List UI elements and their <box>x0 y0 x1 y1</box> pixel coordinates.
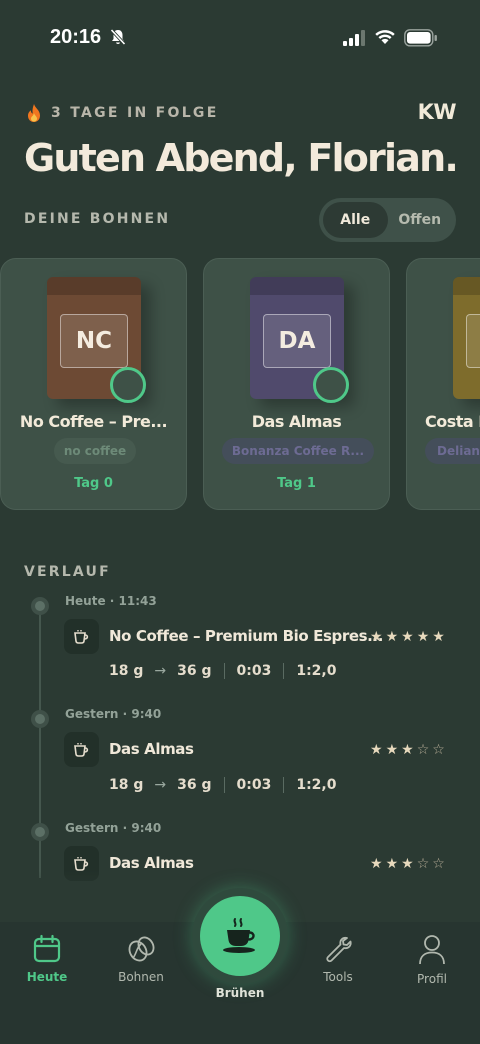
status-bar: 20:16 <box>0 0 480 78</box>
star-filled-icon: ★ <box>370 629 383 645</box>
tab-label: Profil <box>417 972 447 986</box>
brew-metrics: 18 g → 36 g 0:03 1:2,0 <box>109 663 336 679</box>
bean-code: NC <box>60 314 128 368</box>
yield-value: 36 g <box>177 663 212 679</box>
brew-metrics: 18 g → 36 g 0:03 1:2,0 <box>109 777 336 793</box>
star-filled-icon: ★ <box>401 629 414 645</box>
ratio-value: 1:2,0 <box>296 663 337 679</box>
history-section-title: VERLAUF <box>24 564 111 580</box>
tab-label: Tools <box>323 970 353 984</box>
user-initials-avatar[interactable]: KW <box>418 100 457 124</box>
coffee-bag-image: CR <box>453 277 480 399</box>
brew-bean-name[interactable]: No Coffee – Premium Bio Espres... <box>109 627 383 645</box>
tab-label: Heute <box>26 970 68 984</box>
star-filled-icon: ★ <box>416 629 430 645</box>
bean-code: CR <box>466 314 480 368</box>
status-ring-icon <box>313 367 349 403</box>
cellular-signal-icon <box>343 30 365 46</box>
tab-heute[interactable]: Heute <box>2 934 92 1004</box>
bean-carousel[interactable]: NC No Coffee – Pre... no coffee Tag 0 DA… <box>0 258 480 510</box>
roaster-chip: no coffee <box>54 438 136 464</box>
streak-text: 3 TAGE IN FOLGE <box>51 105 219 121</box>
status-time: 20:16 <box>50 26 102 48</box>
duration-value: 0:03 <box>236 663 272 679</box>
filter-all-button[interactable]: Alle <box>323 202 388 238</box>
star-empty-icon: ☆ <box>432 856 445 872</box>
brew-timestamp: Gestern · 9:40 <box>65 821 162 835</box>
star-filled-icon: ★ <box>432 629 445 645</box>
brew-button[interactable] <box>200 896 280 976</box>
star-filled-icon: ★ <box>385 629 399 645</box>
brew-timestamp: Heute · 11:43 <box>65 594 157 608</box>
beans-section-title: DEINE BOHNEN <box>24 211 171 227</box>
bean-code: DA <box>263 314 331 368</box>
dose-value: 18 g <box>109 663 144 679</box>
star-filled-icon: ★ <box>385 742 399 758</box>
duration-value: 0:03 <box>236 777 272 793</box>
bean-card[interactable]: NC No Coffee – Pre... no coffee Tag 0 <box>0 258 187 510</box>
bean-name: Costa R <box>425 412 480 431</box>
bean-name: Das Almas <box>251 412 342 431</box>
star-empty-icon: ☆ <box>432 742 445 758</box>
dose-value: 18 g <box>109 777 144 793</box>
bean-card[interactable]: CR Costa R Deliane <box>406 258 480 510</box>
star-filled-icon: ★ <box>385 856 399 872</box>
star-empty-icon: ☆ <box>416 742 430 758</box>
battery-icon <box>404 29 437 47</box>
wifi-icon <box>375 30 395 44</box>
bean-day: Tag 0 <box>74 476 113 491</box>
star-filled-icon: ★ <box>370 856 383 872</box>
timeline-dot <box>31 710 49 728</box>
streak-indicator: 3 TAGE IN FOLGE <box>25 103 219 123</box>
ratio-value: 1:2,0 <box>296 777 337 793</box>
coffee-bean-icon <box>128 936 155 962</box>
timeline-dot <box>31 597 49 615</box>
rating-stars: ★ ★ ★ ★ ★ <box>370 630 445 644</box>
filter-open-button[interactable]: Offen <box>388 202 453 238</box>
tab-profil[interactable]: Profil <box>387 934 477 1004</box>
wrench-icon <box>326 936 352 963</box>
bean-name: No Coffee – Pre... <box>19 412 168 431</box>
star-empty-icon: ☆ <box>416 856 430 872</box>
roaster-chip: Deliane <box>425 438 480 464</box>
tab-bohnen[interactable]: Bohnen <box>96 934 186 1004</box>
calendar-icon <box>33 934 61 963</box>
coffee-cup-icon <box>64 732 99 767</box>
arrow-right-icon: → <box>154 777 167 793</box>
roaster-chip: Bonanza Coffee R... <box>222 438 374 464</box>
page-title: Guten Abend, Florian. <box>24 136 459 180</box>
star-filled-icon: ★ <box>401 856 414 872</box>
bean-card[interactable]: DA Das Almas Bonanza Coffee R... Tag 1 <box>203 258 390 510</box>
yield-value: 36 g <box>177 777 212 793</box>
coffee-cup-icon <box>223 918 255 953</box>
bell-off-icon <box>110 28 126 46</box>
timeline-dot <box>31 823 49 841</box>
tab-label: Bohnen <box>118 970 164 984</box>
bean-day: Tag 1 <box>277 476 316 491</box>
person-icon <box>419 935 445 965</box>
tab-tools[interactable]: Tools <box>293 934 383 1004</box>
rating-stars: ★ ★ ★ ☆ ☆ <box>370 743 445 757</box>
brew-bean-name[interactable]: Das Almas <box>109 740 194 758</box>
bean-filter-segmented-control: Alle Offen <box>319 198 456 242</box>
star-filled-icon: ★ <box>370 742 383 758</box>
flame-icon <box>28 104 40 122</box>
status-ring-icon <box>110 367 146 403</box>
coffee-cup-icon <box>64 619 99 654</box>
brew-timestamp: Gestern · 9:40 <box>65 707 162 721</box>
brew-button-label: Brühen <box>215 986 265 1000</box>
star-filled-icon: ★ <box>401 742 414 758</box>
rating-stars: ★ ★ ★ ☆ ☆ <box>370 857 445 871</box>
arrow-right-icon: → <box>154 663 167 679</box>
